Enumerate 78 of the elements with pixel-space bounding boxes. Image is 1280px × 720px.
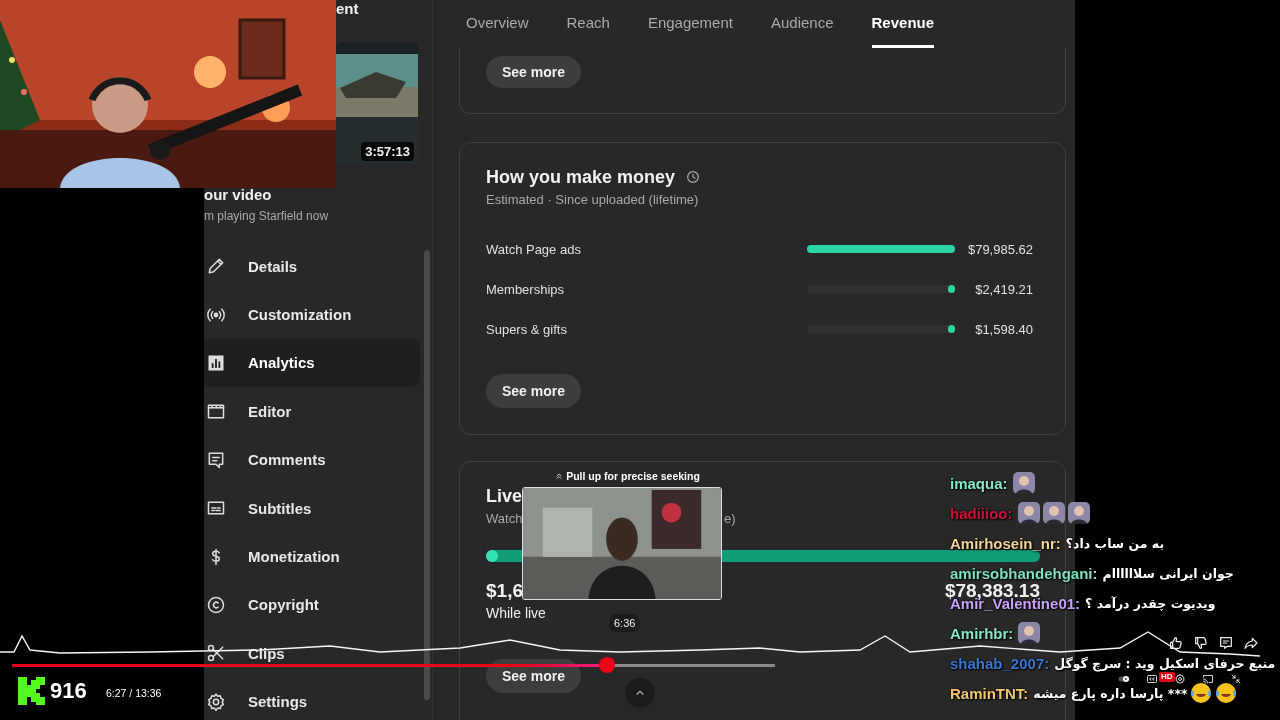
- autoplay-toggle[interactable]: [1118, 673, 1130, 685]
- revenue-amount: $1,6: [486, 579, 523, 603]
- revenue-amount: $79,985.62: [966, 241, 1033, 257]
- sidebar-item[interactable]: Settings: [204, 677, 420, 720]
- chat-username: Amirhosein_nr:: [950, 534, 1061, 552]
- chat-message: منبع حرفای اسکیل وید : سرچ گوگل: [1054, 655, 1276, 671]
- chat-username: hadiiioo:: [950, 504, 1013, 522]
- chat-message: جوان ایرانی سلاااااام: [1102, 565, 1234, 581]
- see-more-button[interactable]: See more: [486, 374, 582, 408]
- sidebar-item[interactable]: Comments: [204, 435, 420, 484]
- seek-handle[interactable]: [599, 657, 616, 673]
- tab[interactable]: Revenue: [871, 0, 935, 48]
- tab[interactable]: Reach: [566, 0, 610, 48]
- emoji-icon: [1215, 682, 1238, 704]
- see-more-button[interactable]: See more: [486, 56, 582, 88]
- tab[interactable]: Overview: [466, 0, 529, 48]
- video-subtitle: m playing Starfield now: [204, 208, 330, 224]
- card-subtitle: Estimated · Since uploaded (lifetime): [486, 191, 700, 209]
- sidebar-item[interactable]: Copyright: [204, 580, 420, 630]
- card-title: Live: [486, 485, 523, 508]
- chat-username: RaminTNT:: [950, 684, 1029, 702]
- avatar-emote-icon: [1018, 622, 1041, 644]
- revenue-label: Watch Page ads: [486, 241, 582, 257]
- cast-button[interactable]: [1202, 673, 1214, 685]
- share-icon: [1243, 635, 1259, 651]
- copyright-icon: [206, 594, 226, 615]
- captions-icon: [1146, 673, 1158, 685]
- settings-button[interactable]: [1174, 673, 1186, 685]
- sidebar-item[interactable]: Details: [204, 242, 420, 291]
- like-button[interactable]: [1168, 635, 1184, 651]
- share-button[interactable]: [1243, 635, 1259, 651]
- minimize-button[interactable]: [1230, 673, 1242, 685]
- card-subtitle: Watch: [486, 510, 524, 528]
- hd-badge: HD: [1159, 672, 1175, 682]
- emoji-icon: [1190, 682, 1213, 704]
- sidebar-item[interactable]: Subtitles: [204, 483, 420, 533]
- card-subtitle: e): [724, 510, 736, 528]
- sidebar-item[interactable]: Editor: [204, 387, 420, 436]
- playback-time: 6:27 / 13:36: [106, 687, 162, 699]
- section-heading: ent: [335, 0, 360, 18]
- sidebar-item[interactable]: Analytics: [204, 338, 420, 388]
- sidebar-item[interactable]: Customization: [204, 290, 420, 339]
- chat-message: به من ساب داد؟: [1065, 535, 1165, 551]
- minimize-icon: [1230, 673, 1242, 685]
- cast-icon: [1202, 673, 1214, 685]
- settings-icon: [206, 691, 226, 712]
- chat-username: Amirhbr:: [950, 624, 1014, 642]
- logo-icon: [18, 677, 46, 705]
- dislike-button[interactable]: [1193, 635, 1209, 651]
- chat-username: imaqua:: [950, 474, 1008, 492]
- tab[interactable]: Audience: [770, 0, 834, 48]
- scrollbar[interactable]: [424, 250, 430, 700]
- amount-caption: While live: [486, 604, 546, 622]
- revenue-amount: $2,419.21: [974, 281, 1033, 297]
- sidebar-item[interactable]: Monetization: [204, 532, 420, 581]
- video-title: our video: [204, 186, 273, 204]
- double-caret-icon: [554, 471, 565, 481]
- seek-hint: Pull up for precise seeking: [566, 470, 700, 482]
- revenue-amount: $1,598.40: [974, 321, 1033, 337]
- comment-button[interactable]: [1218, 635, 1234, 651]
- comment-icon: [1218, 635, 1234, 651]
- revenue-label: Supers & gifts: [486, 321, 568, 337]
- history-icon: [685, 169, 702, 185]
- settings-icon: [1174, 673, 1186, 685]
- chat-username: shahab_2007:: [950, 654, 1050, 672]
- chat-message: ویدیوت چقدر درآمد ؟: [1085, 595, 1216, 611]
- toggle-icon: [1118, 673, 1130, 685]
- viewer-count: 916: [50, 678, 87, 704]
- thumbs-down-icon: [1193, 635, 1209, 651]
- card-title: How you make money: [486, 166, 676, 189]
- chat-username: amirsobhandehgani:: [950, 564, 1098, 582]
- duration-badge: 3:57:13: [361, 142, 414, 161]
- preview-time: 6:36: [609, 614, 641, 632]
- chat-message: *** پارسا داره پارع میشه: [1033, 685, 1188, 701]
- revenue-label: Memberships: [486, 281, 566, 297]
- captions-button[interactable]: [1146, 673, 1158, 685]
- tab[interactable]: Engagement: [647, 0, 733, 48]
- thumbs-up-icon: [1168, 635, 1184, 651]
